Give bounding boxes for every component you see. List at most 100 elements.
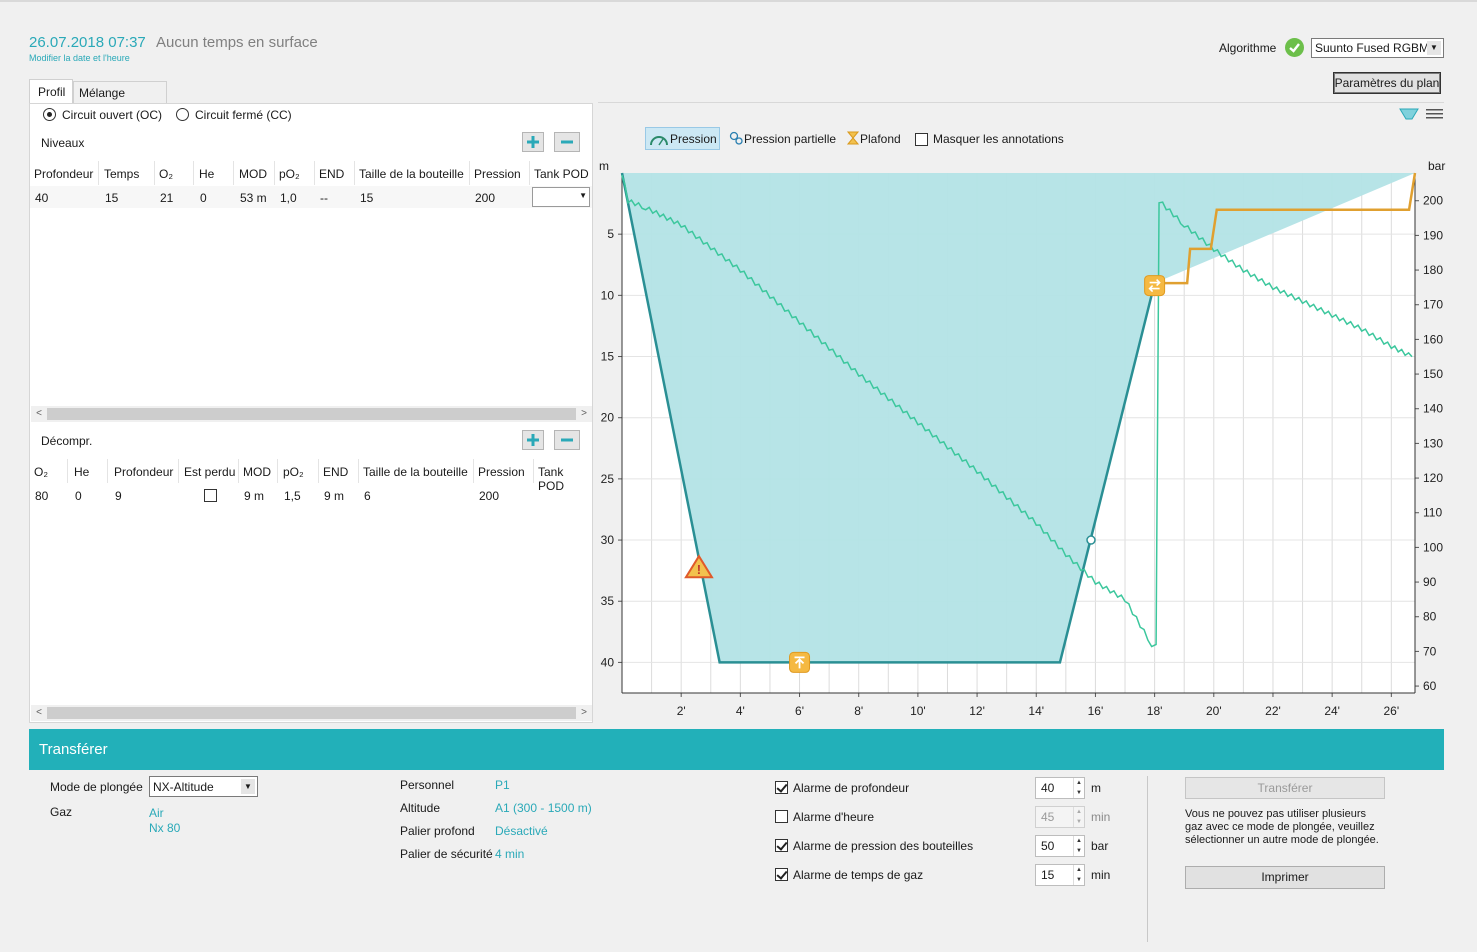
stepper-arrows-icon[interactable]: ▲ ▼: [1073, 778, 1084, 798]
col-header: Temps: [104, 167, 140, 181]
pressure-toggle[interactable]: Pression: [645, 127, 720, 150]
x-tick-label: 18': [1147, 704, 1163, 718]
modify-date-link[interactable]: Modifier la date et l'heure: [29, 53, 130, 63]
add-deco-button[interactable]: [522, 430, 544, 450]
hide-annotations-checkbox[interactable]: [915, 133, 928, 146]
gas-time-alarm-label: Alarme de temps de gaz: [793, 868, 924, 882]
cell-time[interactable]: 15: [105, 191, 118, 205]
transfer-title: Transférer: [39, 741, 108, 758]
remove-level-button[interactable]: [554, 132, 580, 152]
open-circuit-label: Circuit ouvert (OC): [62, 108, 163, 122]
cell-he[interactable]: 0: [200, 191, 207, 205]
stepper-arrows-icon[interactable]: ▲ ▼: [1073, 865, 1084, 885]
surface-interval: Aucun temps en surface: [156, 34, 318, 51]
depth-alarm-label: Alarme de profondeur: [793, 781, 910, 795]
tab-gas-mix[interactable]: Mélange gazeux: [73, 81, 167, 114]
levels-scrollbar[interactable]: < >: [31, 406, 592, 422]
depth-alarm-input[interactable]: 40 ▲ ▼: [1035, 777, 1085, 799]
algorithm-select[interactable]: Suunto Fused RGBM ▼: [1311, 38, 1444, 58]
stepper-arrows-icon[interactable]: ▲ ▼: [1073, 836, 1084, 856]
dive-mode-label: Mode de plongée: [50, 780, 143, 794]
col-header: MOD: [243, 465, 271, 479]
lost-checkbox[interactable]: [204, 489, 217, 502]
scroll-left-icon[interactable]: <: [31, 406, 47, 422]
y2-tick-label: 80: [1423, 610, 1437, 624]
gas-time-alarm-input[interactable]: 15 ▲ ▼: [1035, 864, 1085, 886]
cell-tank-size[interactable]: 15: [360, 191, 373, 205]
deco-table: O₂ He Profondeur Est perdu MOD pO₂ END T…: [30, 459, 592, 705]
scroll-right-icon[interactable]: >: [576, 406, 592, 422]
personal-label: Personnel: [400, 778, 455, 792]
deep-stop-value: Désactivé: [495, 824, 548, 838]
plan-params-button[interactable]: Paramètres du plan: [1333, 72, 1441, 94]
check-ok-icon: [1285, 38, 1304, 57]
deep-stop-label: Palier profond: [400, 824, 475, 838]
dive-mode-select[interactable]: NX-Altitude ▼: [149, 776, 258, 797]
col-header: Taille de la bouteille: [359, 167, 464, 181]
hide-annotations-label: Masquer les annotations: [933, 132, 1064, 146]
bubbles-icon: [729, 131, 743, 145]
col-header: Est perdu: [184, 465, 236, 479]
transfer-header: Transférer: [29, 729, 1444, 770]
scroll-left-icon[interactable]: <: [31, 705, 47, 721]
chevron-down-icon: ▼: [579, 191, 587, 200]
col-header: He: [74, 465, 90, 479]
dive-profile-chart[interactable]: 2' 4' 6' 8' 10' 12' 14' 16' 18' 20' 22' 24' 26' 5 10 15…: [598, 150, 1444, 720]
time-alarm-unit: min: [1091, 810, 1111, 824]
cell-po2[interactable]: 1,5: [284, 489, 301, 503]
transfer-button[interactable]: Transférer: [1185, 777, 1385, 799]
depth-alarm-unit: m: [1091, 781, 1101, 795]
cell-he[interactable]: 0: [75, 489, 82, 503]
time-alarm-checkbox[interactable]: [775, 810, 788, 823]
col-header: Taille de la bouteille: [363, 465, 468, 479]
section-divider: [1147, 776, 1148, 942]
y2-tick-label: 110: [1423, 506, 1442, 520]
depth-alarm-value: 40: [1041, 781, 1055, 795]
gas-item: Air: [149, 806, 164, 820]
scroll-right-icon[interactable]: >: [576, 705, 592, 721]
gas-time-alarm-checkbox[interactable]: [775, 868, 788, 881]
col-header: Profondeur: [34, 167, 94, 181]
radio-closed-circuit[interactable]: [176, 108, 189, 121]
cell-depth[interactable]: 9: [115, 489, 122, 503]
cell-o2[interactable]: 21: [160, 191, 173, 205]
menu-icon[interactable]: [1426, 108, 1443, 123]
x-tick-label: 4': [736, 704, 745, 718]
col-header: END: [323, 465, 349, 479]
stepper-arrows-icon[interactable]: ▲ ▼: [1073, 807, 1084, 827]
cell-pressure[interactable]: 200: [475, 191, 495, 205]
tank-pod-select[interactable]: ▼: [532, 187, 590, 207]
deco-scrollbar[interactable]: < >: [31, 705, 592, 721]
x-tick-label: 12': [969, 704, 985, 718]
table-row[interactable]: 40 15 21 0 53 m 1,0 -- 15 200 ▼: [30, 186, 592, 208]
safety-stop-label: Palier de sécurité: [400, 847, 493, 861]
radio-open-circuit[interactable]: [43, 108, 56, 121]
transfer-note: Vous ne pouvez pas utiliser plusieurs ga…: [1185, 808, 1379, 846]
table-row[interactable]: 80 0 9 9 m 1,5 9 m 6 200: [30, 484, 592, 506]
scroll-thumb[interactable]: [47, 408, 576, 420]
remove-deco-button[interactable]: [554, 430, 580, 450]
tab-profil[interactable]: Profil: [29, 79, 73, 104]
tank-pressure-alarm-checkbox[interactable]: [775, 839, 788, 852]
print-button[interactable]: Imprimer: [1185, 866, 1385, 889]
y2-tick-label: 180: [1423, 263, 1443, 277]
y-tick-label: 25: [601, 472, 615, 486]
personal-value: P1: [495, 778, 510, 792]
cell-po2[interactable]: 1,0: [280, 191, 297, 205]
levels-title: Niveaux: [41, 136, 85, 150]
filter-icon[interactable]: [1399, 107, 1419, 124]
y2-tick-label: 100: [1423, 540, 1443, 554]
cell-tank-size[interactable]: 6: [364, 489, 371, 503]
ceiling-label: Plafond: [860, 132, 901, 146]
time-alarm-input[interactable]: 45 ▲ ▼: [1035, 806, 1085, 828]
add-level-button[interactable]: [522, 132, 544, 152]
scroll-thumb[interactable]: [47, 707, 576, 719]
partial-pressure-label: Pression partielle: [744, 132, 837, 146]
warning-icon-glyph: !: [697, 562, 701, 577]
cell-o2[interactable]: 80: [35, 489, 48, 503]
y2-tick-label: 60: [1423, 679, 1437, 693]
depth-alarm-checkbox[interactable]: [775, 781, 788, 794]
tank-pressure-alarm-input[interactable]: 50 ▲ ▼: [1035, 835, 1085, 857]
cell-pressure[interactable]: 200: [479, 489, 499, 503]
cell-depth[interactable]: 40: [35, 191, 48, 205]
